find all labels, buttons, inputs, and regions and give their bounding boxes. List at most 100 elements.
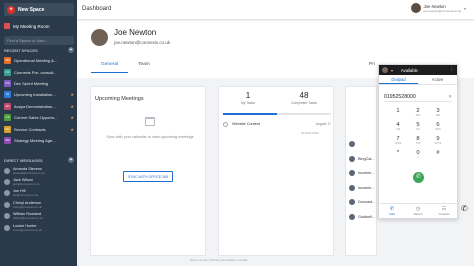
plus-icon: + (7, 5, 15, 14)
key-digit: 2 (416, 108, 420, 114)
sidebar-space-item[interactable]: UI Upcoming Installation... ★ (4, 89, 74, 100)
key-letters: ABC (415, 115, 421, 117)
star-icon[interactable]: ★ (70, 92, 74, 97)
availability-status[interactable]: Available (401, 68, 418, 73)
keypad-key[interactable]: # (428, 149, 448, 163)
star-icon[interactable]: ★ (70, 104, 74, 109)
meeting-room-icon (4, 23, 10, 29)
keypad-key[interactable]: 6 MNO (428, 121, 448, 135)
nav-contacts-label: Contacts (438, 212, 450, 216)
new-space-label: New Space (18, 6, 45, 13)
space-label: Operational Meeting &... (14, 58, 58, 64)
sidebar-space-item[interactable]: DS Dev Sprint Meeting (4, 78, 74, 89)
nav-recent[interactable]: ◷ Recent (405, 204, 431, 218)
keypad-key[interactable]: 2 ABC (408, 107, 428, 121)
space-badge: CS (4, 114, 11, 122)
star-icon[interactable]: ★ (70, 127, 74, 132)
dm-item[interactable]: Cheryl Anderson cheryl@connexis.co.uk (4, 199, 74, 210)
keypad-key[interactable]: 0 + (408, 149, 428, 163)
sync-office365-button[interactable]: SYNC WITH OFFICE 365 (123, 171, 173, 182)
avatar (382, 67, 388, 73)
profile-tabs: General Team (91, 57, 160, 73)
key-letters: GHI (395, 129, 401, 131)
call-button[interactable]: ✆ (413, 172, 424, 183)
avatar (349, 141, 355, 147)
space-badge: CF (4, 68, 11, 76)
dm-item[interactable]: Louise Hunter louise@connexis.co.uk (4, 222, 74, 233)
key-digit: 7 (396, 136, 400, 142)
upcoming-meetings-card: Upcoming Meetings Sync with your calenda… (90, 86, 206, 256)
avatar (4, 201, 10, 208)
add-space-icon[interactable]: + (68, 47, 74, 53)
new-space-button[interactable]: + New Space (4, 3, 74, 16)
dm-item[interactable]: Joe Hill joe@connexis.co.uk (4, 188, 74, 199)
recent-spaces-label: RECENT SPACES (4, 47, 38, 53)
keypad-key[interactable]: * (388, 149, 408, 163)
add-dm-icon[interactable]: + (68, 157, 74, 163)
keypad-key[interactable]: 3 DEF (428, 107, 448, 121)
tab-active[interactable]: Active (418, 76, 457, 84)
dialer-nav: ✆ Calls ◷ Recent ☷ Contacts (379, 203, 457, 218)
task-checkbox[interactable] (223, 121, 228, 127)
contact-row[interactable]: Doncast... (349, 197, 379, 207)
contact-row[interactable]: BingCal... (349, 154, 379, 164)
avatar (349, 184, 355, 191)
dm-text: William Rowland william@connexis.co.uk (13, 212, 43, 220)
avatar (4, 213, 10, 220)
dial-number-field[interactable]: 01952528000 ✕ (384, 92, 452, 102)
find-space-input[interactable]: Find a Space or User... (4, 36, 74, 45)
sidebar-space-item[interactable]: SC Service Contracts ★ (4, 123, 74, 134)
contact-row[interactable]: Incomin... (349, 168, 379, 178)
star-icon[interactable]: ★ (70, 115, 74, 120)
clear-icon[interactable]: ✕ (448, 94, 452, 100)
dm-text: Joe Hill joe@connexis.co.uk (13, 189, 38, 197)
dm-email: joe@connexis.co.uk (13, 193, 39, 198)
page-title: Dashboard (82, 6, 112, 12)
keypad-key[interactable]: 5 JKL (408, 121, 428, 135)
space-label: Upcoming Installation... (14, 92, 56, 98)
tab-general[interactable]: General (91, 57, 129, 73)
priority-button[interactable]: Pri (369, 62, 375, 67)
space-badge: UI (4, 91, 11, 99)
dm-item[interactable]: Jack Wilson jack@connexis.co.uk (4, 176, 74, 187)
dm-item[interactable]: Amanda Stevens amanda@connexis.co.uk (4, 165, 74, 176)
footer-links[interactable]: Terms of Use | Privacy Information | Cre… (190, 258, 248, 262)
contact-row[interactable] (349, 139, 379, 149)
dm-email: amanda@connexis.co.uk (13, 170, 45, 175)
avatar (349, 213, 355, 220)
avatar (349, 199, 355, 205)
task-row[interactable]: Website Content August 17 (223, 119, 331, 129)
sidebar-space-item[interactable]: AD Avaya Demonstration... ★ (4, 101, 74, 112)
sidebar-space-item[interactable]: CF Connexis Pre- consult... (4, 66, 74, 77)
contact-row[interactable]: Incomin... (349, 183, 379, 193)
tab-team[interactable]: Team (128, 57, 160, 73)
keypad-key[interactable]: 4 GHI (388, 121, 408, 135)
more-options-icon[interactable]: ⋮ (450, 67, 455, 73)
dial-number: 01952528000 (384, 93, 416, 100)
meeting-room-link[interactable]: My Meeting Room (4, 21, 74, 31)
completed-tasks-value: 48 (299, 91, 309, 100)
contact-row[interactable]: Goldnell... (349, 212, 379, 222)
tab-dialpad[interactable]: Dialpad (379, 76, 418, 84)
sidebar-space-item[interactable]: CS Current Sales Opportu... ★ (4, 112, 74, 123)
dm-list: Amanda Stevens amanda@connexis.co.uk Jack … (4, 165, 74, 233)
nav-calls[interactable]: ✆ Calls (379, 204, 405, 218)
sidebar-space-item[interactable]: SM Strategy Meeting Age... (4, 135, 74, 146)
phone-handset-icon[interactable]: ✆ (461, 204, 468, 213)
keypad-key[interactable]: 1 (388, 107, 408, 121)
user-menu[interactable]: Joe Newton joe.newton@connexis.co.uk ▾ (410, 3, 466, 13)
dm-email: jack@connexis.co.uk (13, 182, 40, 187)
completed-tasks-stat: 48 Completed Tasks (279, 91, 329, 105)
avatar (349, 170, 355, 176)
keypad-key[interactable]: 9 WXYZ (428, 135, 448, 149)
chevron-down-icon[interactable]: ▾ (391, 68, 393, 73)
nav-contacts[interactable]: ☷ Contacts (431, 204, 457, 218)
keypad-key[interactable]: 7 PQRS (388, 135, 408, 149)
key-digit: 0 (416, 150, 420, 156)
key-digit: * (396, 150, 400, 156)
sidebar-space-item[interactable]: OM Operational Meeting &... (4, 55, 74, 66)
keypad-key[interactable]: 8 TUV (408, 135, 428, 149)
dm-item[interactable]: William Rowland william@connexis.co.uk (4, 211, 74, 222)
space-label: Connexis Pre- consult... (14, 69, 57, 75)
avatar (4, 224, 10, 231)
